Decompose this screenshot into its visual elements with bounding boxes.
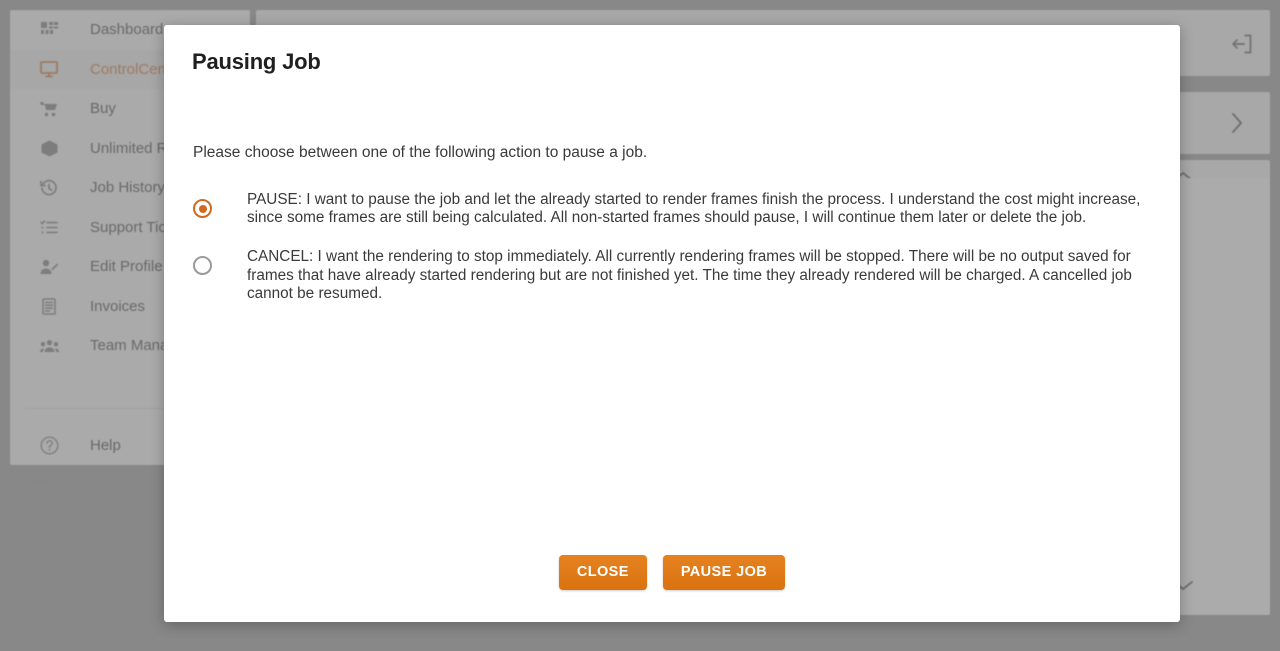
radio-indicator-cancel[interactable] — [193, 256, 212, 276]
pause-job-button[interactable]: PAUSE JOB — [662, 555, 786, 590]
radio-option-cancel-label: CANCEL: I want the rendering to stop imm… — [247, 248, 1132, 302]
pause-action-radio-group: PAUSE: I want to pause the job and let t… — [193, 191, 1158, 324]
app-backdrop: Dashboard ControlCenter Buy Unlimited Re… — [0, 0, 1280, 651]
radio-indicator-pause[interactable] — [193, 199, 212, 218]
radio-option-pause[interactable]: PAUSE: I want to pause the job and let t… — [193, 191, 1158, 227]
radio-option-pause-label: PAUSE: I want to pause the job and let t… — [247, 191, 1141, 227]
close-button[interactable]: CLOSE — [558, 555, 647, 590]
radio-option-cancel[interactable]: CANCEL: I want the rendering to stop imm… — [193, 248, 1158, 303]
modal-intro-text: Please choose between one of the followi… — [193, 144, 648, 161]
modal-title: Pausing Job — [192, 49, 321, 74]
pausing-job-modal: Pausing Job Please choose between one of… — [164, 25, 1180, 622]
modal-action-bar: CLOSE PAUSE JOB — [164, 555, 1180, 590]
